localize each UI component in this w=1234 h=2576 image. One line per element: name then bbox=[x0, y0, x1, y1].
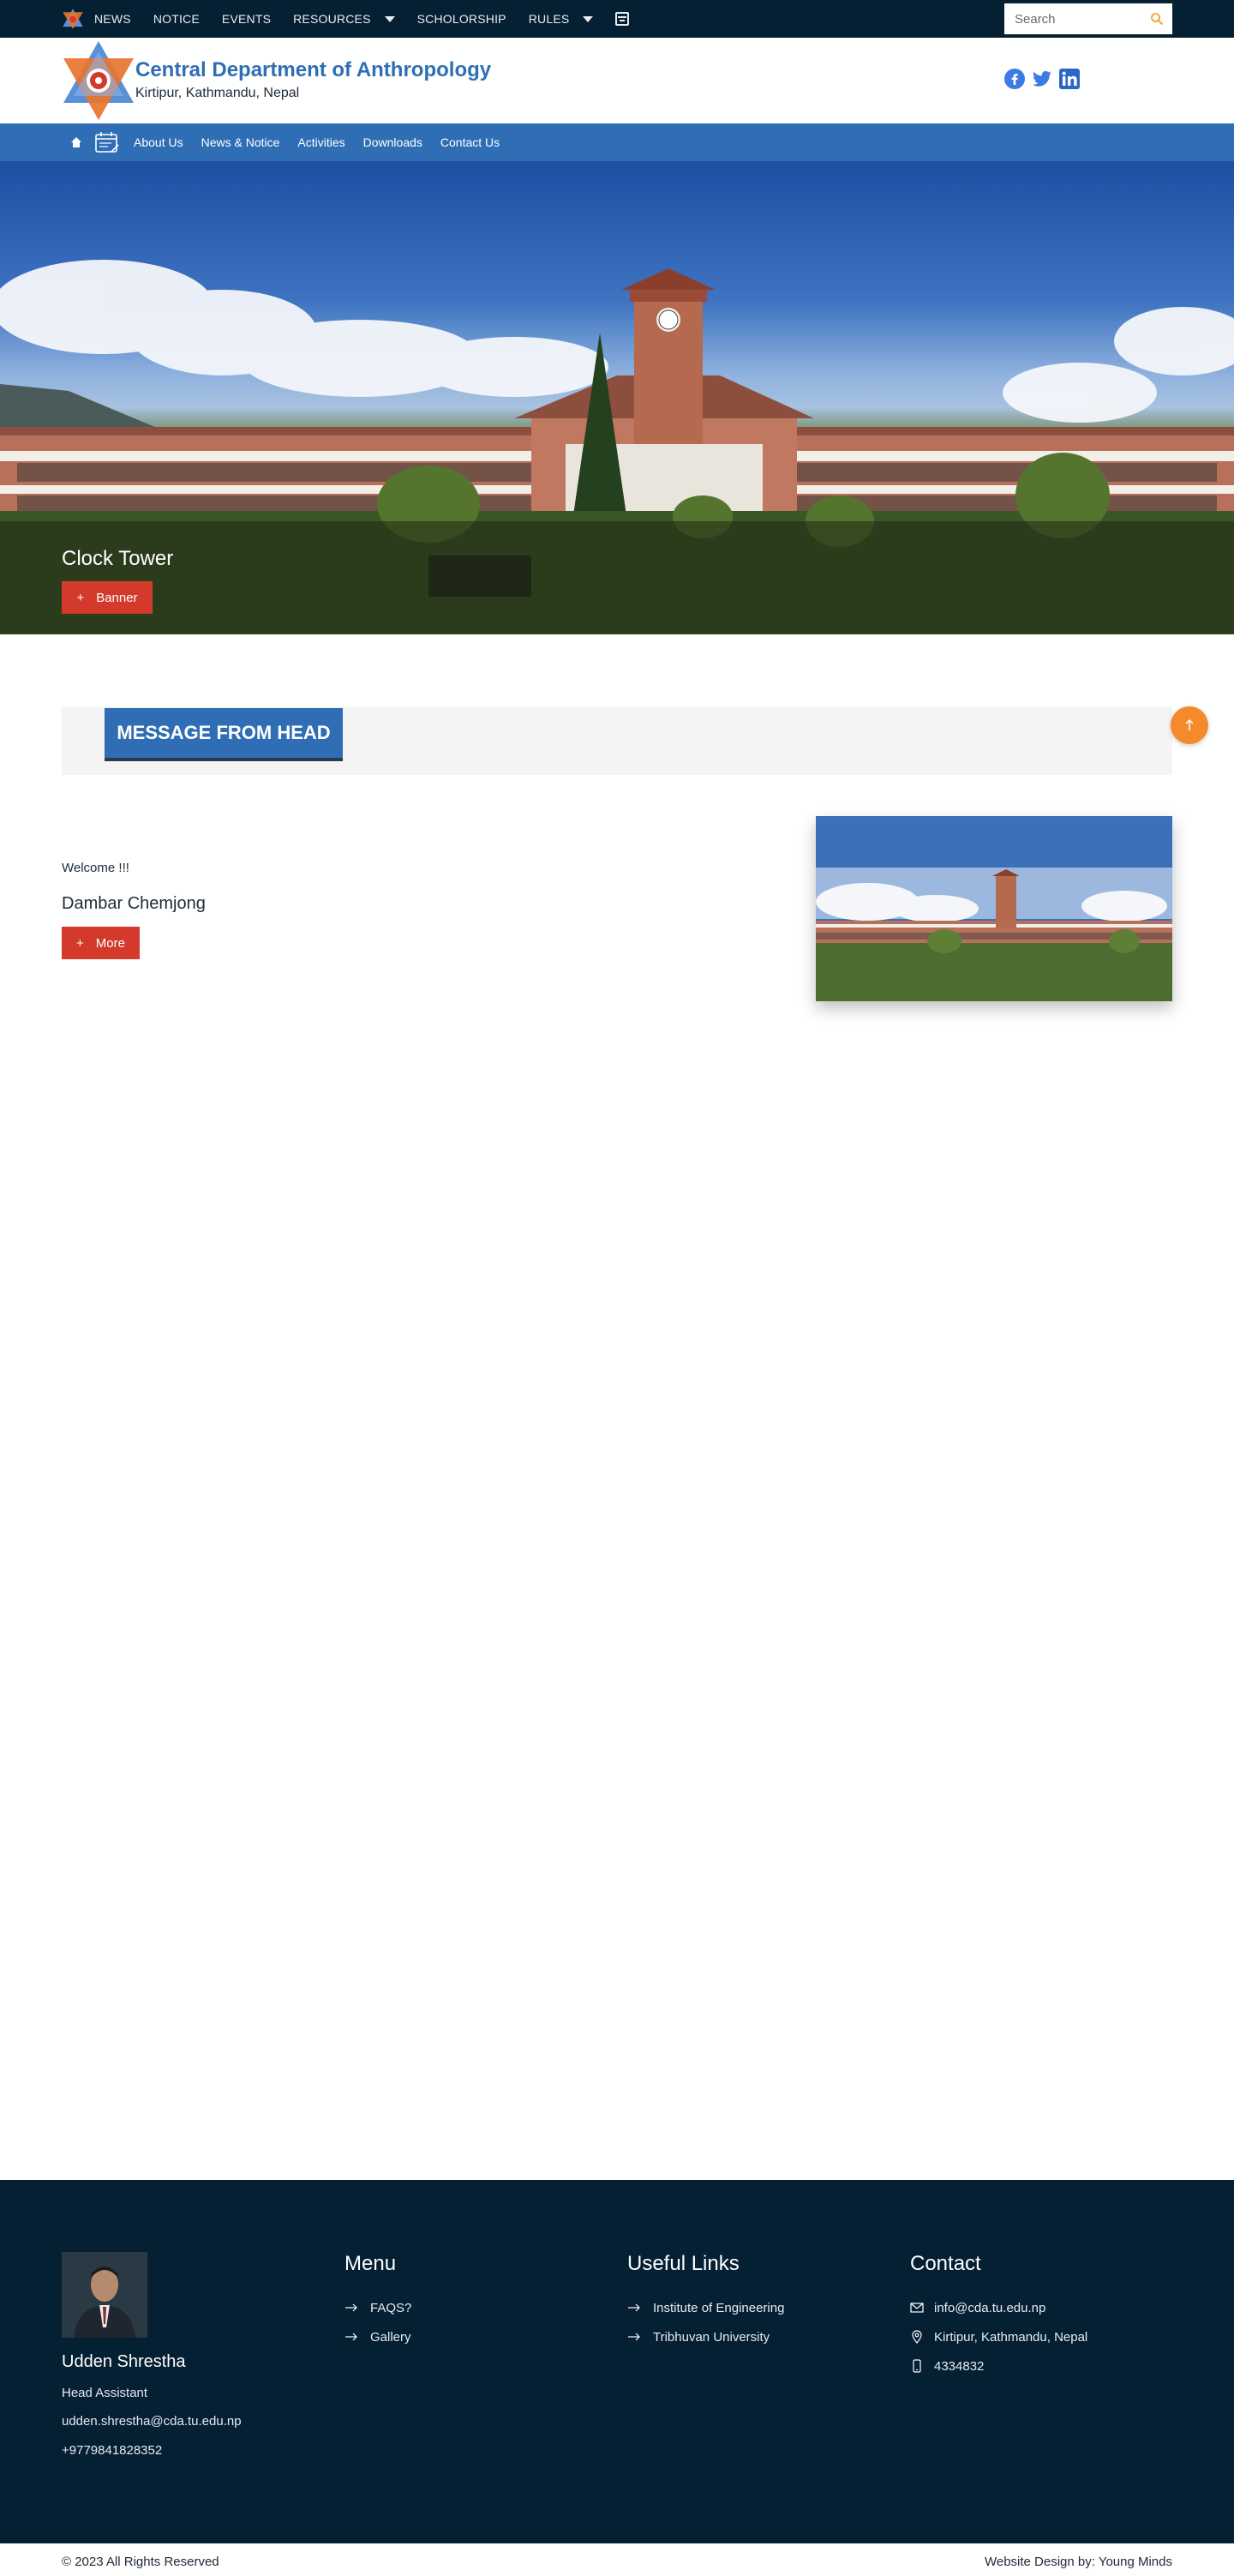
social-links bbox=[1004, 69, 1080, 89]
footer-contact: Contact info@cda.tu.edu.np Kirtipur, Kat… bbox=[910, 2252, 1087, 2381]
topnav-resources[interactable]: RESOURCES bbox=[293, 12, 395, 26]
hero-banner: Clock Tower + Banner bbox=[0, 161, 1234, 634]
footer-person-name: Udden Shrestha bbox=[62, 2352, 186, 2371]
top-bar: NEWS NOTICE EVENTS RESOURCES SCHOLORSHIP… bbox=[0, 0, 1234, 38]
arrow-right-icon bbox=[628, 2333, 640, 2341]
footer-contact-title: Contact bbox=[910, 2252, 981, 2275]
footer-menu-title: Menu bbox=[344, 2252, 397, 2275]
footer-person-role: Head Assistant bbox=[62, 2386, 148, 2400]
envelope-icon bbox=[910, 2303, 924, 2313]
emblem-icon[interactable] bbox=[62, 8, 84, 30]
main-navigation: About Us News & Notice Activities Downlo… bbox=[0, 123, 1234, 161]
twitter-icon[interactable] bbox=[1032, 69, 1052, 89]
notes-calendar-icon[interactable] bbox=[94, 131, 120, 153]
topnav-scholorship[interactable]: SCHOLORSHIP bbox=[417, 12, 506, 26]
footer-link-faqs[interactable]: FAQS? bbox=[344, 2293, 411, 2322]
footer-contact-email[interactable]: info@cda.tu.edu.np bbox=[910, 2293, 1087, 2322]
footer-person-email[interactable]: udden.shrestha@cda.tu.edu.np bbox=[62, 2414, 242, 2429]
plus-icon: + bbox=[76, 935, 84, 951]
caret-down-icon bbox=[384, 15, 395, 22]
more-button[interactable]: + More bbox=[62, 927, 140, 959]
topnav-events[interactable]: EVENTS bbox=[222, 12, 271, 26]
facebook-icon[interactable] bbox=[1004, 69, 1025, 89]
message-heading: MESSAGE FROM HEAD bbox=[105, 708, 343, 758]
calendar-icon[interactable] bbox=[615, 12, 630, 26]
welcome-text: Welcome !!! bbox=[62, 861, 129, 875]
footer-person-phone[interactable]: +9779841828352 bbox=[62, 2443, 162, 2458]
footer-contact-address: Kirtipur, Kathmandu, Nepal bbox=[910, 2322, 1087, 2351]
caret-down-icon bbox=[583, 15, 594, 22]
head-name: Dambar Chemjong bbox=[62, 894, 206, 913]
arrow-right-icon bbox=[345, 2303, 357, 2312]
site-header: Central Department of Anthropology Kirti… bbox=[0, 38, 1234, 123]
nav-about-us[interactable]: About Us bbox=[134, 135, 183, 149]
avatar bbox=[62, 2252, 147, 2338]
hero-caption-overlay bbox=[0, 521, 1234, 634]
arrow-right-icon bbox=[628, 2303, 640, 2312]
scroll-to-top-button[interactable] bbox=[1171, 706, 1208, 744]
footer-link-ioe[interactable]: Institute of Engineering bbox=[627, 2293, 784, 2322]
nav-downloads[interactable]: Downloads bbox=[363, 135, 422, 149]
site-subtitle: Kirtipur, Kathmandu, Nepal bbox=[135, 86, 300, 100]
footer-menu: Menu FAQS? Gallery bbox=[344, 2252, 411, 2351]
footer-link-tu[interactable]: Tribhuvan University bbox=[627, 2322, 784, 2351]
search-icon[interactable] bbox=[1150, 12, 1164, 26]
arrow-right-icon bbox=[345, 2333, 357, 2341]
nav-activities[interactable]: Activities bbox=[297, 135, 344, 149]
site-footer: Udden Shrestha Head Assistant udden.shre… bbox=[0, 2180, 1234, 2576]
copyright-text: © 2023 All Rights Reserved bbox=[62, 2555, 219, 2569]
topnav-notice[interactable]: NOTICE bbox=[153, 12, 200, 26]
mobile-phone-icon bbox=[913, 2359, 921, 2373]
hero-title: Clock Tower bbox=[62, 547, 174, 570]
topnav-rules[interactable]: RULES bbox=[529, 12, 594, 26]
nav-contact-us[interactable]: Contact Us bbox=[440, 135, 500, 149]
design-credit[interactable]: Website Design by: Young Minds bbox=[985, 2555, 1172, 2569]
home-icon[interactable] bbox=[70, 136, 82, 148]
plus-icon: + bbox=[76, 590, 85, 605]
linkedin-icon[interactable] bbox=[1059, 69, 1080, 89]
footer-link-gallery[interactable]: Gallery bbox=[344, 2322, 411, 2351]
footer-useful-links-title: Useful Links bbox=[627, 2252, 740, 2275]
location-pin-icon bbox=[912, 2330, 922, 2344]
message-photo bbox=[816, 816, 1172, 1001]
arrow-up-icon bbox=[1185, 718, 1194, 730]
site-title[interactable]: Central Department of Anthropology bbox=[135, 58, 491, 82]
topnav-news[interactable]: NEWS bbox=[94, 12, 131, 26]
search-input[interactable] bbox=[1015, 11, 1143, 27]
footer-useful-links: Useful Links Institute of Engineering Tr… bbox=[627, 2252, 784, 2351]
footer-contact-phone[interactable]: 4334832 bbox=[910, 2351, 1087, 2381]
banner-button[interactable]: + Banner bbox=[62, 581, 153, 614]
university-logo[interactable] bbox=[62, 39, 135, 122]
nav-news-notice[interactable]: News & Notice bbox=[201, 135, 280, 149]
search-box bbox=[1004, 3, 1172, 34]
